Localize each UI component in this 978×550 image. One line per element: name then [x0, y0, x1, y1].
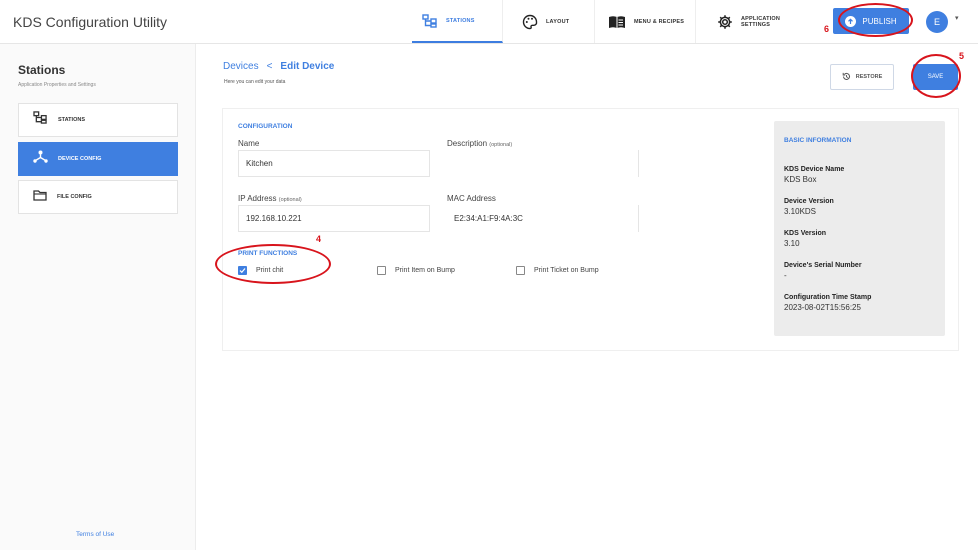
tab-menu-recipes[interactable]: MENU & RECIPES [598, 0, 696, 43]
sidebar-item-label: FILE CONFIG [57, 194, 92, 200]
print-item-on-bump-checkbox[interactable] [377, 266, 386, 275]
info-value: - [784, 271, 787, 280]
print-item-on-bump-option[interactable]: Print Item on Bump [377, 266, 455, 275]
print-item-on-bump-label: Print Item on Bump [395, 267, 455, 274]
info-key: Configuration Time Stamp [784, 294, 872, 301]
description-label-text: Description [447, 139, 488, 148]
info-value: KDS Box [784, 175, 817, 184]
tab-stations[interactable]: STATIONS [412, 0, 503, 43]
app-title: KDS Configuration Utility [13, 14, 168, 30]
basic-information-panel: BASIC INFORMATION KDS Device Name KDS Bo… [774, 121, 945, 336]
name-input[interactable]: Kitchen [238, 150, 430, 177]
mac-address-label-text: MAC Address [447, 194, 496, 203]
terms-of-use-link[interactable]: Terms of Use [76, 531, 114, 538]
page-title: Edit Device [280, 61, 335, 72]
stations-icon [422, 13, 438, 28]
stations-icon [33, 111, 48, 129]
description-label: Description (optional) [447, 139, 512, 148]
menu-book-icon [608, 15, 626, 29]
print-ticket-on-bump-option[interactable]: Print Ticket on Bump [516, 266, 599, 275]
tab-label: STATIONS [446, 17, 475, 24]
top-bar: KDS Configuration Utility STATIONS LAYOU… [0, 0, 978, 44]
name-label-text: Name [238, 139, 260, 148]
ip-address-input[interactable]: 192.168.10.221 [238, 205, 430, 232]
avatar[interactable]: E [926, 11, 948, 33]
info-key: KDS Device Name [784, 166, 845, 173]
device-hub-icon [33, 150, 48, 168]
info-value: 2023-08-02T15:56:25 [784, 303, 861, 312]
description-input[interactable] [447, 150, 639, 177]
sidebar-item-label: DEVICE CONFIG [58, 156, 102, 162]
tab-label: LAYOUT [546, 18, 570, 25]
breadcrumb: Devices < Edit Device [223, 61, 334, 72]
sidebar-item-label: STATIONS [58, 117, 85, 123]
annotation-ellipse-save [911, 54, 961, 98]
info-key: Device's Serial Number [784, 262, 862, 269]
print-ticket-on-bump-label: Print Ticket on Bump [534, 267, 599, 274]
annotation-ellipse-publish [838, 3, 913, 37]
tab-label: APPLICATION SETTINGS [741, 15, 781, 28]
annotation-number: 4 [316, 234, 322, 244]
ip-address-label: IP Address (optional) [238, 194, 302, 203]
annotation-number: 5 [959, 51, 965, 61]
info-key: KDS Version [784, 230, 827, 237]
sidebar-item-file-config[interactable]: FILE CONFIG [18, 180, 178, 214]
mac-address-input[interactable]: E2:34:A1:F9:4A:3C [447, 205, 639, 232]
mac-address-label: MAC Address [447, 194, 496, 203]
sidebar-title: Stations [18, 63, 66, 77]
basic-information-heading: BASIC INFORMATION [784, 137, 852, 144]
info-value: 3.10KDS [784, 207, 817, 216]
name-label: Name [238, 139, 259, 148]
annotation-number: 6 [824, 24, 830, 34]
info-value: 3.10 [784, 239, 800, 248]
page-subtitle: Here you can edit your data [224, 79, 286, 85]
optional-hint: (optional) [489, 142, 513, 148]
chevron-left-icon: < [266, 61, 273, 72]
optional-hint: (optional) [278, 197, 302, 203]
sidebar-item-stations[interactable]: STATIONS [18, 103, 178, 137]
sidebar-subtitle: Application Properties and Settings [18, 82, 96, 88]
annotation-ellipse-print-functions [215, 244, 331, 284]
print-ticket-on-bump-checkbox[interactable] [516, 266, 525, 275]
folder-icon [33, 188, 47, 206]
configuration-heading: CONFIGURATION [238, 123, 293, 130]
chevron-down-icon[interactable]: ▾ [955, 14, 959, 22]
gear-icon [717, 14, 733, 30]
tab-application-settings[interactable]: APPLICATION SETTINGS [707, 0, 819, 43]
tab-layout[interactable]: LAYOUT [512, 0, 595, 43]
ip-address-label-text: IP Address [238, 194, 277, 203]
sidebar: Stations Application Properties and Sett… [0, 44, 196, 550]
restore-label: RESTORE [855, 74, 883, 80]
info-key: Device Version [784, 198, 834, 205]
sidebar-item-device-config[interactable]: DEVICE CONFIG [18, 142, 178, 176]
restore-button[interactable]: RESTORE [830, 64, 894, 90]
breadcrumb-devices-link[interactable]: Devices [223, 61, 259, 72]
tab-label: MENU & RECIPES [634, 18, 685, 25]
restore-icon [842, 72, 851, 83]
palette-icon [522, 14, 538, 30]
